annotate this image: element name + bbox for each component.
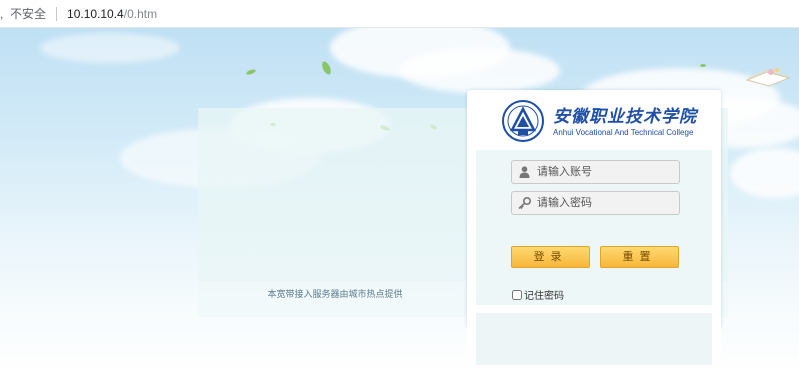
leaf-decoration [320, 60, 333, 76]
book-decoration [745, 68, 791, 87]
username-field[interactable] [511, 160, 680, 184]
lower-card [467, 305, 721, 365]
url-path[interactable]: /0.htm [124, 7, 157, 21]
leaf-decoration [245, 68, 257, 76]
login-card: 安徽职业技术学院 Anhui Vocational And Technical … [467, 90, 721, 328]
remember-password-checkbox[interactable] [512, 289, 522, 300]
browser-address-bar[interactable]: , 不安全 10.10.10.4/0.htm [0, 0, 799, 28]
cloud-decoration [40, 33, 180, 63]
reset-button[interactable]: 重置 [600, 246, 679, 268]
login-form: 登录 重置 记住密码 [476, 150, 712, 320]
remember-password-label: 记住密码 [524, 291, 564, 302]
login-button[interactable]: 登录 [511, 246, 590, 268]
password-field[interactable] [511, 191, 680, 215]
cloud-decoration [730, 148, 799, 198]
user-icon [515, 161, 533, 183]
security-indicator[interactable]: 不安全 [10, 5, 46, 22]
leaf-decoration [700, 64, 706, 67]
lower-card-inner [476, 313, 712, 365]
school-emblem-icon [502, 100, 544, 142]
address-separator [56, 6, 58, 21]
key-icon [515, 192, 533, 214]
footer-provider-text: 本宽带接入服务器由城市热点提供 [267, 289, 403, 299]
address-lead-char: , [0, 6, 4, 21]
username-input[interactable] [535, 165, 679, 179]
remember-password[interactable]: 记住密码 [512, 287, 564, 302]
url-host[interactable]: 10.10.10.4 [67, 7, 124, 21]
school-name-en: Anhui Vocational And Technical College [553, 128, 694, 137]
cloud-decoration [400, 48, 560, 93]
school-name-cn: 安徽职业技术学院 [553, 107, 697, 127]
school-logo: 安徽职业技术学院 Anhui Vocational And Technical … [501, 99, 696, 144]
password-input[interactable] [535, 196, 679, 210]
